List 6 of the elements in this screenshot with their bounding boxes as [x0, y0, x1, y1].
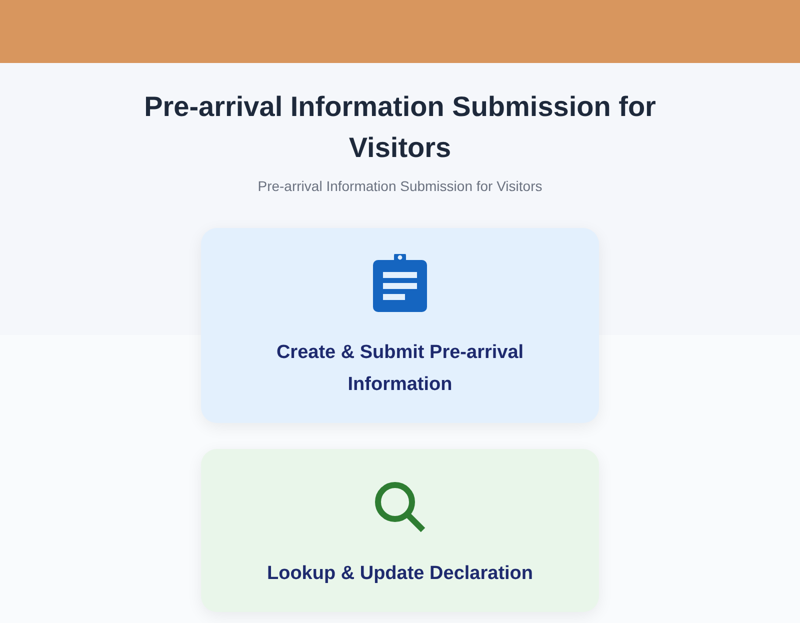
action-card[interactable]: Create & Submit Pre-arrival Information	[201, 228, 599, 423]
search-icon	[374, 481, 426, 533]
page-title: Pre-arrival Information Submission for Visitors	[143, 90, 657, 165]
action-card[interactable]: Lookup & Update Declaration	[201, 449, 599, 612]
page-subtitle: Pre-arrival Information Submission for Visitors	[258, 177, 542, 196]
clipboard-icon	[373, 254, 427, 312]
